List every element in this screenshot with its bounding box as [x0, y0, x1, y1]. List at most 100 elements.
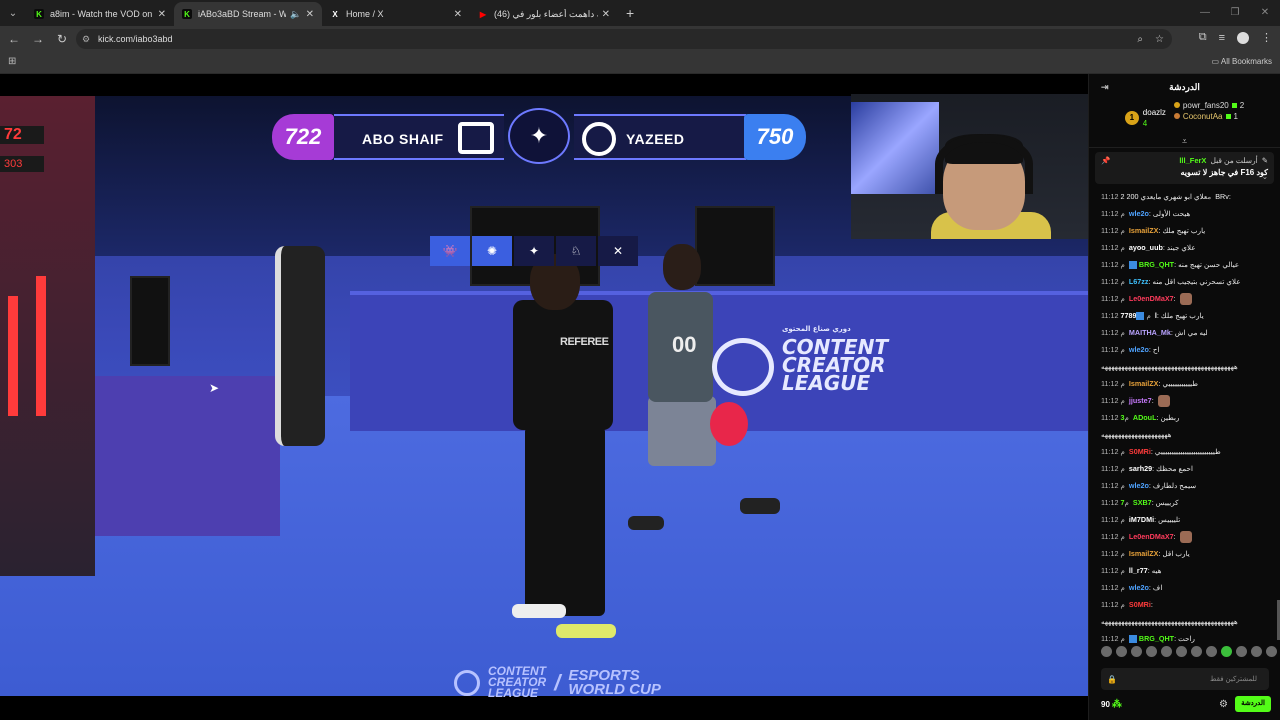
- message-username[interactable]: Le0enDMaX7: [1129, 532, 1174, 541]
- chat-message[interactable]: 11:12 م BRG_QHT: عيالي حسن تهيج منه: [1101, 256, 1272, 273]
- chat-message[interactable]: 11:12 م IsmailZX: يارب اقل: [1101, 545, 1272, 562]
- chat-message[interactable]: 11:12 م7SXB7: كريييس: [1101, 494, 1272, 511]
- message-username[interactable]: Le0enDMaX7: [1129, 294, 1174, 303]
- chevron-down-icon[interactable]: ⌄: [1262, 172, 1268, 181]
- emote-icon[interactable]: [1176, 646, 1187, 657]
- url-field[interactable]: ⚙ kick.com/iabo3abd ⌕ ☆: [76, 29, 1172, 49]
- close-tab-icon[interactable]: ✕: [602, 9, 610, 20]
- chat-input[interactable]: 🔒 للمشتركين فقط: [1101, 668, 1269, 690]
- emote-icon[interactable]: [1266, 646, 1277, 657]
- emote-icon[interactable]: [1161, 646, 1172, 657]
- send-chat-button[interactable]: الدردشة: [1235, 696, 1271, 712]
- extensions-icon[interactable]: ⧉: [1199, 31, 1207, 44]
- browser-tab[interactable]: Ka8im - Watch the VOD on Kick ✕: [26, 2, 174, 26]
- new-tab-button[interactable]: +: [626, 5, 634, 21]
- site-info-icon[interactable]: ⚙: [82, 34, 90, 45]
- chat-message[interactable]: 11:12 م wle2o: اف: [1101, 579, 1272, 596]
- video-player[interactable]: 72 303 REFEREE 00 دوري صناع المحتوى CONT…: [0, 74, 1088, 720]
- message-username[interactable]: wle2o: [1129, 583, 1149, 592]
- close-window-icon[interactable]: ✕: [1250, 0, 1280, 26]
- emote-icon[interactable]: [1236, 646, 1247, 657]
- apps-grid-icon[interactable]: ⊞: [8, 56, 16, 67]
- profile-avatar[interactable]: [1237, 31, 1249, 44]
- chat-message[interactable]: 11:12 م L67zz: علاي تسحرني بتيجيب اقل منه: [1101, 273, 1272, 290]
- all-bookmarks-button[interactable]: ▭ All Bookmarks: [1212, 57, 1272, 66]
- leaderboard-top[interactable]: 1 doazlz 4: [1124, 100, 1166, 136]
- chat-message[interactable]: 11:12 م sarh29: احمع محظك: [1101, 460, 1272, 477]
- message-username[interactable]: wle2o: [1129, 345, 1149, 354]
- chat-message[interactable]: هههههههههههههههههههههههههههههههههههههههه…: [1101, 613, 1272, 630]
- reload-icon[interactable]: ↻: [50, 32, 74, 46]
- chat-message[interactable]: 11:12 م7789l: يارب تهيج ملك: [1101, 307, 1272, 324]
- emote-icon[interactable]: [1146, 646, 1157, 657]
- browser-tab[interactable]: ▶ (46) ملك داهمت أعضاء بلور في ... ✕: [470, 2, 618, 26]
- close-tab-icon[interactable]: ✕: [306, 9, 314, 20]
- message-username[interactable]: L67zz: [1129, 277, 1149, 286]
- chat-input-placeholder: للمشتركين فقط: [1210, 676, 1257, 683]
- bookmark-star-icon[interactable]: ☆: [1155, 34, 1164, 45]
- tab-search-icon[interactable]: ⌄: [0, 0, 26, 26]
- message-username[interactable]: jjuste7: [1129, 396, 1152, 405]
- chat-message[interactable]: 11:12 م3ADouL: ربطين: [1101, 409, 1272, 426]
- message-username[interactable]: BRG_QHT: [1139, 260, 1174, 269]
- forward-icon[interactable]: →: [26, 32, 50, 46]
- chat-message[interactable]: 11:12 م S0MRi:: [1101, 596, 1272, 613]
- chat-message[interactable]: 11:12 م Le0enDMaX7:: [1101, 528, 1272, 545]
- chat-message[interactable]: 11:12 م jjuste7:: [1101, 392, 1272, 409]
- message-username[interactable]: ayoo_uub: [1129, 243, 1163, 252]
- pinned-message[interactable]: 📌 lll_FerX أرسلت من قبل ✎ في جاهز لا تسويه…: [1095, 152, 1274, 184]
- message-username[interactable]: iM7DMi: [1129, 515, 1154, 524]
- emote-icon[interactable]: [1101, 646, 1112, 657]
- message-username[interactable]: BRG_QHT: [1139, 634, 1174, 643]
- pin-icon[interactable]: 📌: [1101, 156, 1110, 165]
- chat-message[interactable]: ههههههههههههههههههههه: [1101, 426, 1272, 443]
- emote-icon[interactable]: [1131, 646, 1142, 657]
- chat-message[interactable]: 11:12 م S0MRi: طييييييييييييييييييييييييي…: [1101, 443, 1272, 460]
- chat-message[interactable]: 11:12 م wle2o: سيمح دلطارف: [1101, 477, 1272, 494]
- chat-message[interactable]: 11:12 معلاي ابو شهري مايعدي 200 2BRv:: [1101, 188, 1272, 205]
- chat-message[interactable]: 11:12 م ayoo_uub: علاي جيند: [1101, 239, 1272, 256]
- message-username[interactable]: S0MRi: [1129, 600, 1151, 609]
- chat-message[interactable]: هههههههههههههههههههههههههههههههههههههههه…: [1101, 358, 1272, 375]
- leaderboard-entry[interactable]: powr_fans20 2: [1173, 100, 1244, 111]
- collapse-chat-icon[interactable]: ⇥: [1101, 82, 1109, 93]
- message-username[interactable]: ll_r77: [1129, 566, 1148, 575]
- media-icon[interactable]: ≡: [1219, 32, 1225, 44]
- chat-message[interactable]: 11:12 م Le0enDMaX7:: [1101, 290, 1272, 307]
- message-username[interactable]: S0MRi: [1129, 447, 1151, 456]
- chat-message[interactable]: 11:12 م ll_r77: هيه: [1101, 562, 1272, 579]
- menu-icon[interactable]: ⋮: [1261, 31, 1272, 44]
- chat-message[interactable]: 11:12 م IsmailZX: طيييييييييييي: [1101, 375, 1272, 392]
- chat-message[interactable]: 11:12 م IsmailZX: يارب تهيج ملك: [1101, 222, 1272, 239]
- browser-tab[interactable]: KiABo3aBD Stream - Watch L🔈 ✕: [174, 2, 322, 26]
- message-username[interactable]: wle2o: [1129, 209, 1149, 218]
- emote-icon[interactable]: [1221, 646, 1232, 657]
- chat-message[interactable]: 11:12 م iM7DMi: تلييييس: [1101, 511, 1272, 528]
- emote-icon[interactable]: [1251, 646, 1262, 657]
- back-icon[interactable]: ←: [2, 32, 26, 46]
- message-username[interactable]: IsmailZX: [1129, 379, 1159, 388]
- chat-message[interactable]: 11:12 م MAITHA_Mk: ليه مي اش: [1101, 324, 1272, 341]
- minimize-icon[interactable]: —: [1190, 0, 1220, 26]
- close-tab-icon[interactable]: ✕: [454, 9, 462, 20]
- channel-points[interactable]: 90 ⁂: [1101, 699, 1122, 710]
- message-username[interactable]: IsmailZX: [1129, 549, 1159, 558]
- tab-audio-icon[interactable]: 🔈: [290, 9, 301, 20]
- message-username[interactable]: IsmailZX: [1129, 226, 1159, 235]
- browser-tab[interactable]: X Home / X ✕: [322, 2, 470, 26]
- zoom-icon[interactable]: ⌕: [1137, 34, 1143, 45]
- maximize-icon[interactable]: ❐: [1220, 0, 1250, 26]
- chat-filter-icon[interactable]: ⩡: [1089, 136, 1280, 148]
- emote-icon[interactable]: [1191, 646, 1202, 657]
- leaderboard-entry[interactable]: CoconutAa 1: [1173, 111, 1244, 122]
- message-username[interactable]: MAITHA_Mk: [1129, 328, 1171, 337]
- close-tab-icon[interactable]: ✕: [158, 9, 166, 20]
- chat-settings-icon[interactable]: ⚙: [1219, 699, 1228, 710]
- chat-message[interactable]: 11:12 م BRG_QHT: راحت: [1101, 630, 1272, 647]
- emote-icon[interactable]: [1116, 646, 1127, 657]
- message-username[interactable]: wle2o: [1129, 481, 1149, 490]
- emote-icon[interactable]: [1206, 646, 1217, 657]
- message-username[interactable]: sarh29: [1129, 464, 1152, 473]
- chat-message[interactable]: 11:12 م wle2o: اح: [1101, 341, 1272, 358]
- chat-message[interactable]: 11:12 م wle2o: هيحت الأولى: [1101, 205, 1272, 222]
